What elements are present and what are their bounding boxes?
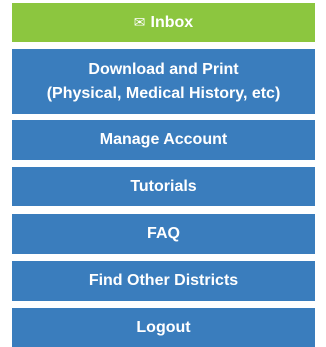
download-and-print-button[interactable]: Download and Print (Physical, Medical Hi… xyxy=(12,49,315,114)
download-label-line2: (Physical, Medical History, etc) xyxy=(46,84,281,102)
logout-label: Logout xyxy=(136,318,191,336)
tutorials-label: Tutorials xyxy=(130,177,197,195)
main-menu: ✉ Inbox Download and Print (Physical, Me… xyxy=(0,0,326,347)
faq-button[interactable]: FAQ xyxy=(12,214,315,254)
inbox-label: Inbox xyxy=(150,13,194,31)
inbox-button[interactable]: ✉ Inbox xyxy=(12,3,315,42)
logout-button[interactable]: Logout xyxy=(12,308,315,347)
tutorials-button[interactable]: Tutorials xyxy=(12,167,315,206)
inbox-button-content: ✉ Inbox xyxy=(134,13,193,33)
find-other-districts-button[interactable]: Find Other Districts xyxy=(12,261,315,301)
manage-account-label: Manage Account xyxy=(99,131,228,148)
download-label-line1: Download and Print xyxy=(88,60,239,78)
envelope-icon: ✉ xyxy=(133,14,146,31)
faq-label: FAQ xyxy=(147,225,180,242)
manage-account-button[interactable]: Manage Account xyxy=(12,120,315,160)
find-other-districts-label: Find Other Districts xyxy=(88,272,239,289)
